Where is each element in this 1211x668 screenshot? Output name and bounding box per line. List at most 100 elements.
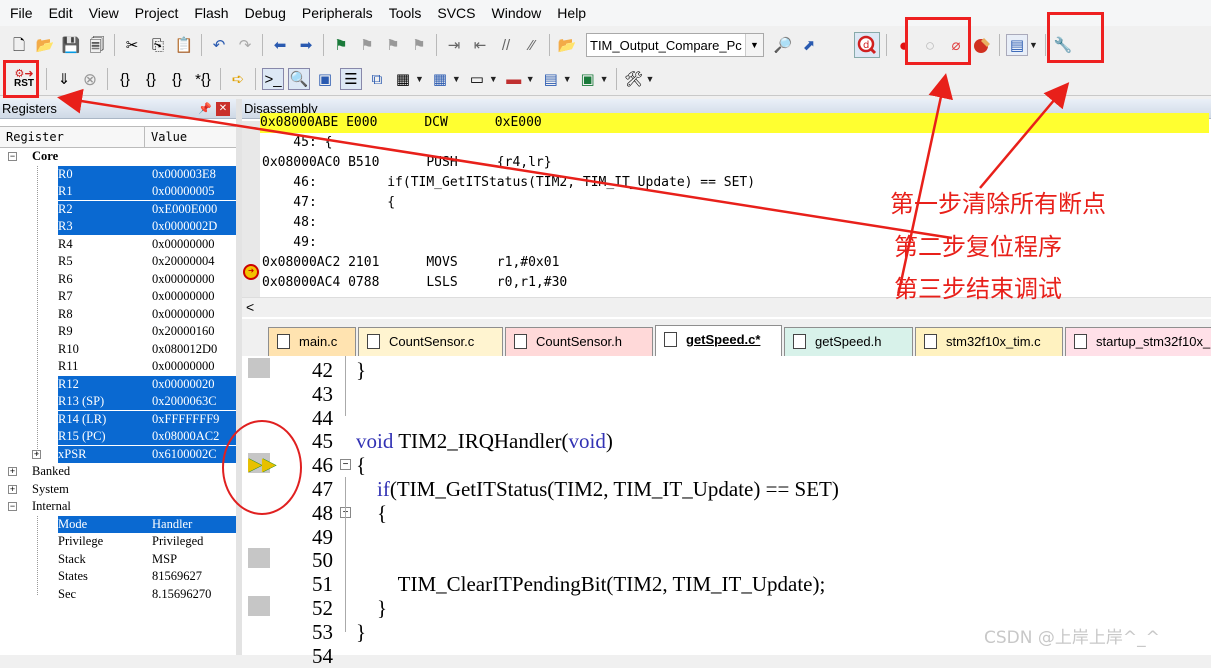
save-all-icon[interactable]: 🗐 <box>86 34 108 56</box>
menu-help[interactable]: Help <box>549 1 594 25</box>
chevron-down-icon[interactable]: ▼ <box>526 74 535 84</box>
tab-stm32f10x-tim-c[interactable]: stm32f10x_tim.c <box>915 327 1063 356</box>
breakpoint-margin[interactable] <box>248 596 270 616</box>
column-register[interactable]: Register <box>0 127 145 147</box>
tab-getspeed-h[interactable]: getSpeed.h <box>784 327 913 356</box>
tab-main-c[interactable]: main.c <box>268 327 356 356</box>
indent-icon[interactable]: ⇥ <box>443 34 465 56</box>
register-row[interactable]: R11 0x00000000 <box>0 358 236 376</box>
bookmark-insert-icon[interactable]: ⚑ <box>330 34 352 56</box>
tree-node-core[interactable]: Core <box>0 148 236 166</box>
code-editor[interactable]: ▶▶ 42 43 44 45 46 47 48 49 50 51 52 53 54} void TIM2_… <box>242 356 1211 668</box>
disassembly-hscrollbar[interactable]: < <box>242 297 1211 317</box>
register-row[interactable]: R1 0x00000005 <box>0 183 273 201</box>
step-over-icon[interactable]: {} <box>140 68 162 90</box>
register-row[interactable]: R9 0x20000160 <box>0 323 236 341</box>
chevron-down-icon[interactable]: ▼ <box>1029 40 1038 50</box>
open-folder-icon[interactable]: 📂 <box>34 34 56 56</box>
registers-window-icon[interactable]: ☰ <box>340 68 362 90</box>
chevron-down-icon[interactable]: ▼ <box>646 74 655 84</box>
new-file-icon[interactable]: 🗋 <box>8 34 30 56</box>
disassembly-line[interactable]: 0x08000AC2 2101 MOVS r1,#0x01 <box>262 253 1211 273</box>
find-in-files-icon[interactable]: 📂 <box>556 34 578 56</box>
code-line[interactable]: } <box>356 596 387 620</box>
breakpoint-margin[interactable] <box>248 358 270 378</box>
bookmark-next-icon[interactable]: ⚑ <box>382 34 404 56</box>
unindent-icon[interactable]: ⇤ <box>469 34 491 56</box>
code-line[interactable]: TIM_ClearITPendingBit(TIM2, TIM_IT_Updat… <box>356 572 826 596</box>
menu-window[interactable]: Window <box>484 1 550 25</box>
chevron-down-icon[interactable]: ▼ <box>745 34 763 56</box>
call-stack-window-icon[interactable]: ⧉ <box>366 68 388 90</box>
bookmark-prev-icon[interactable]: ⚑ <box>356 34 378 56</box>
register-row[interactable]: R13 (SP) 0x2000063C <box>0 393 305 411</box>
nav-forward-icon[interactable]: ➡ <box>295 34 317 56</box>
menu-svcs[interactable]: SVCS <box>429 1 483 25</box>
incremental-find-icon[interactable]: ⬈ <box>798 34 820 56</box>
watch-window-icon[interactable]: ▦ <box>392 68 414 90</box>
show-next-statement-icon[interactable]: ➪ <box>227 68 249 90</box>
fold-icon[interactable]: − <box>340 459 351 471</box>
serial-window-icon[interactable]: ▭ <box>466 68 488 90</box>
register-row[interactable]: R14 (LR) 0xFFFFFFF9 <box>0 410 307 429</box>
code-line[interactable]: } <box>356 620 366 644</box>
menu-file[interactable]: File <box>2 1 41 25</box>
undo-icon[interactable]: ↶ <box>208 34 230 56</box>
breakpoint-kill-all-icon[interactable] <box>971 34 993 56</box>
disassembly-line[interactable]: 0x08000ABE E000 DCW 0xE000 <box>260 113 1209 133</box>
command-window-icon[interactable]: >_ <box>262 68 284 90</box>
copy-icon[interactable]: ⎘ <box>147 34 169 56</box>
paste-icon[interactable]: 📋 <box>173 34 195 56</box>
step-out-icon[interactable]: {} <box>166 68 188 90</box>
register-row[interactable]: States 81569627 <box>0 568 236 586</box>
tab-countsensor-h[interactable]: CountSensor.h <box>505 327 653 356</box>
system-viewer-icon[interactable]: ▣ <box>577 68 599 90</box>
close-icon[interactable]: ✕ <box>216 102 230 116</box>
find-icon[interactable]: 🔎 <box>772 34 794 56</box>
run-to-cursor-icon[interactable]: *{} <box>192 68 214 90</box>
column-value[interactable]: Value <box>145 127 187 147</box>
disassembly-line[interactable]: 45: { <box>262 133 1211 153</box>
register-row[interactable]: R6 0x00000000 <box>0 271 236 289</box>
register-row[interactable]: R15 (PC) 0x08000AC2 <box>0 428 306 446</box>
register-row[interactable]: R10 0x080012D0 <box>0 341 236 359</box>
tree-node-banked[interactable]: Banked <box>0 463 236 481</box>
cut-icon[interactable]: ✂ <box>121 34 143 56</box>
disassembly-line[interactable]: 49: <box>262 233 1211 253</box>
disassembly-window-icon[interactable]: 🔍 <box>288 68 310 90</box>
chevron-down-icon[interactable]: ▼ <box>600 74 609 84</box>
register-row[interactable]: R4 0x00000000 <box>0 236 236 254</box>
scroll-left-icon[interactable]: < <box>246 299 254 315</box>
uncomment-icon[interactable]: ⁄⁄ <box>521 34 543 56</box>
configure-wrench-icon[interactable]: 🔧 <box>1052 34 1074 56</box>
menu-debug[interactable]: Debug <box>237 1 294 25</box>
target-select[interactable]: TIM_Output_Compare_Pc ▼ <box>586 33 764 57</box>
code-line[interactable]: if(TIM_GetITStatus(TIM2, TIM_IT_Update) … <box>356 477 839 501</box>
trace-window-icon[interactable]: ▤ <box>540 68 562 90</box>
save-icon[interactable]: 💾 <box>60 34 82 56</box>
register-row[interactable]: R3 0x0000002D <box>0 218 273 236</box>
breakpoint-disable-all-icon[interactable]: ⌀ <box>945 34 967 56</box>
breakpoint-insert-icon[interactable]: ● <box>893 34 915 56</box>
code-line[interactable]: { <box>356 453 366 477</box>
redo-icon[interactable]: ↷ <box>234 34 256 56</box>
debug-session-icon[interactable]: d <box>854 32 880 58</box>
disassembly-line[interactable]: 0x08000AC0 B510 PUSH {r4,lr} <box>262 153 1211 173</box>
menu-peripherals[interactable]: Peripherals <box>294 1 381 25</box>
tab-countsensor-c[interactable]: CountSensor.c <box>358 327 503 356</box>
nav-back-icon[interactable]: ⬅ <box>269 34 291 56</box>
chevron-down-icon[interactable]: ▼ <box>452 74 461 84</box>
tree-node-system[interactable]: System <box>0 481 236 499</box>
breakpoint-margin[interactable] <box>248 548 270 569</box>
menu-flash[interactable]: Flash <box>186 1 236 25</box>
register-row[interactable]: R2 0xE000E000 <box>0 200 273 219</box>
run-icon[interactable]: ⇓ <box>53 68 75 90</box>
chevron-down-icon[interactable]: ▼ <box>415 74 424 84</box>
reset-cpu-icon[interactable]: ⚙➜ RST <box>8 68 40 90</box>
register-row[interactable]: R5 0x20000004 <box>0 253 236 271</box>
menu-tools[interactable]: Tools <box>381 1 430 25</box>
symbols-window-icon[interactable]: ▣ <box>314 68 336 90</box>
register-row[interactable]: Stack MSP <box>0 551 236 569</box>
menu-edit[interactable]: Edit <box>41 1 81 25</box>
menu-project[interactable]: Project <box>127 1 187 25</box>
